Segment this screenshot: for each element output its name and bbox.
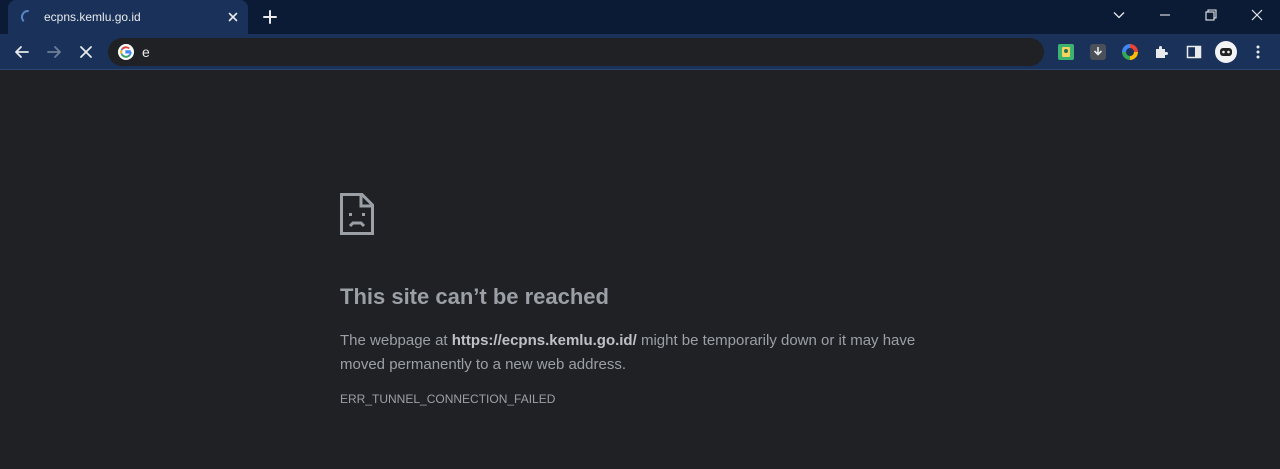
profile-avatar-icon[interactable] [1215, 41, 1237, 63]
error-title: This site can’t be reached [340, 284, 609, 309]
minimize-icon[interactable] [1142, 0, 1188, 30]
error-description: The webpage at https://ecpns.kemlu.go.id… [340, 329, 930, 377]
extensions-puzzle-icon[interactable] [1152, 42, 1172, 62]
stop-loading-icon[interactable] [74, 40, 98, 64]
new-tab-icon[interactable] [260, 7, 280, 27]
browser-toolbar: e [0, 34, 1280, 70]
extension-green-icon[interactable] [1056, 42, 1076, 62]
forward-arrow-icon[interactable] [42, 40, 66, 64]
tab-active[interactable]: ecpns.kemlu.go.id [8, 0, 248, 34]
close-window-icon[interactable] [1234, 0, 1280, 30]
error-url: https://ecpns.kemlu.go.id/ [451, 332, 637, 349]
more-menu-icon[interactable] [1248, 42, 1268, 62]
extension-color-wheel-icon[interactable] [1120, 42, 1140, 62]
error-code: ERR_TUNNEL_CONNECTION_FAILED [340, 392, 556, 406]
restore-icon[interactable] [1188, 0, 1234, 30]
extension-download-icon[interactable] [1088, 42, 1108, 62]
sad-page-icon [340, 193, 374, 235]
title-bar: ecpns.kemlu.go.id [0, 0, 1280, 34]
address-bar[interactable]: e [108, 38, 1044, 66]
address-bar-text[interactable]: e [142, 44, 150, 60]
side-panel-icon[interactable] [1184, 42, 1204, 62]
tab-title: ecpns.kemlu.go.id [44, 10, 141, 24]
loading-spinner-icon [21, 10, 29, 22]
back-arrow-icon[interactable] [10, 40, 34, 64]
tab-search-chevron-icon[interactable] [1096, 0, 1142, 30]
error-description-prefix: The webpage at [340, 332, 452, 349]
google-g-icon [118, 44, 134, 60]
tab-close-icon[interactable] [225, 9, 241, 25]
